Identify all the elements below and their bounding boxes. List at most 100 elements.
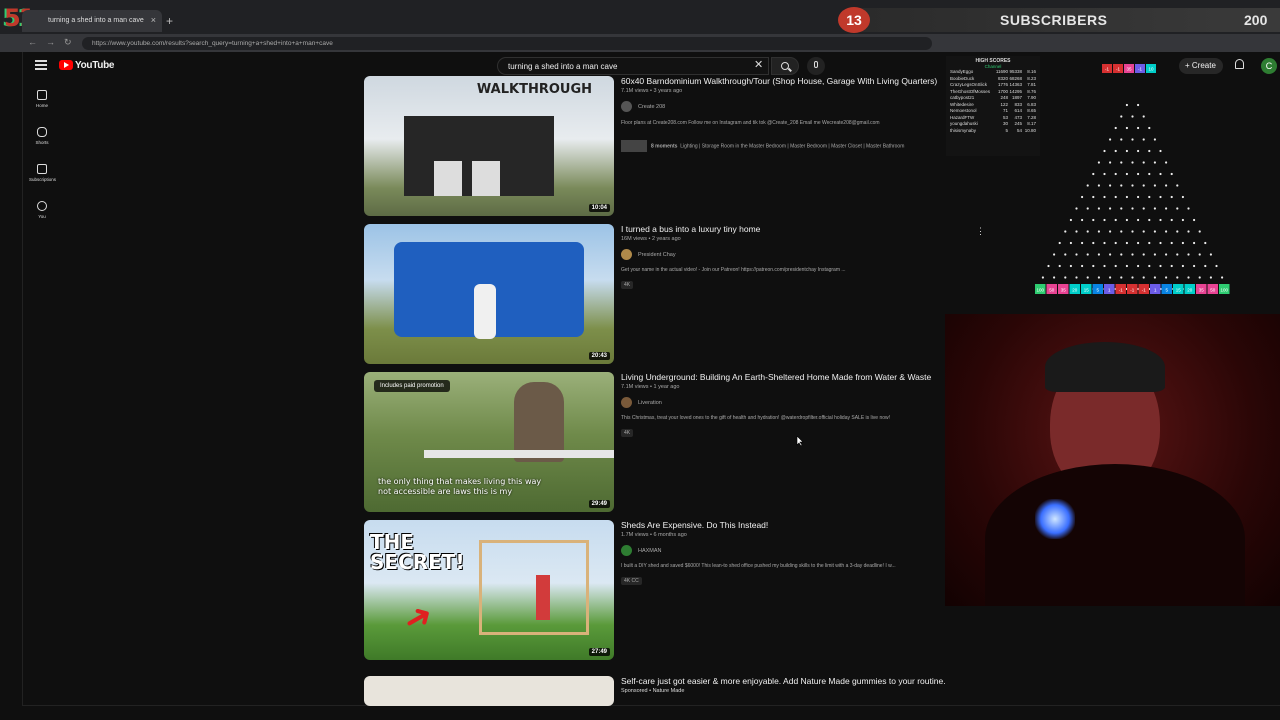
plinko-peg <box>1075 207 1078 210</box>
garage-door-image <box>472 161 500 196</box>
sidebar-item-shorts[interactable]: Shorts <box>29 127 55 145</box>
shed-frame-image <box>479 540 589 635</box>
plinko-peg <box>1142 161 1145 164</box>
plinko-peg <box>1120 161 1123 164</box>
search-input[interactable]: turning a shed into a man cave <box>497 57 769 75</box>
channel-avatar[interactable] <box>621 397 632 408</box>
high-score-cell: 5 <box>1005 127 1008 133</box>
plinko-peg <box>1142 230 1145 233</box>
plinko-peg <box>1125 103 1128 107</box>
streamer-cap <box>1045 342 1165 392</box>
video-title[interactable]: Sheds Are Expensive. Do This Instead! <box>621 520 768 530</box>
high-score-cell: thisismynaby <box>950 127 977 133</box>
url-field[interactable]: https://www.youtube.com/results?search_q… <box>82 37 932 50</box>
ad-title[interactable]: Self-care just got easier & more enjoyab… <box>621 676 946 686</box>
plinko-peg <box>1131 161 1134 164</box>
plinko-peg <box>1041 276 1044 279</box>
tab-close-icon[interactable]: × <box>151 15 156 25</box>
plinko-peg <box>1159 264 1162 268</box>
plinko-peg <box>1081 218 1084 222</box>
channel-avatar[interactable] <box>621 249 632 260</box>
plinko-peg <box>1125 149 1128 153</box>
high-scores-table: SandyEggo 11690 95338 8.16 BoobieDuck 8320 682… <box>950 69 1036 134</box>
plinko-slot-label: 35 <box>1061 288 1067 293</box>
account-avatar[interactable]: C <box>1261 58 1277 74</box>
notifications-bell-icon[interactable] <box>1235 59 1244 69</box>
plinko-peg <box>1176 184 1179 187</box>
plinko-peg <box>1187 253 1190 256</box>
plinko-peg <box>1148 149 1151 153</box>
video-thumbnail[interactable]: Includes paid promotion the only thing t… <box>364 372 614 512</box>
sidebar-item-subscriptions[interactable]: Subscriptions <box>29 164 57 182</box>
plinko-peg <box>1064 276 1067 279</box>
sponsored-result[interactable]: Self-care just got easier & more enjoyab… <box>364 676 954 706</box>
menu-icon[interactable] <box>35 60 47 70</box>
sidebar-item-label: Subscriptions <box>29 177 57 182</box>
plinko-peg <box>1131 207 1134 210</box>
video-result[interactable]: 20:43 I turned a bus into a luxury tiny … <box>364 224 985 364</box>
video-result[interactable]: Includes paid promotion the only thing t… <box>364 372 954 512</box>
video-thumbnail[interactable]: 20:43 <box>364 224 614 364</box>
plinko-peg <box>1187 276 1190 279</box>
forward-arrow-icon[interactable]: → <box>46 37 55 47</box>
more-options-icon[interactable]: ⋮ <box>976 226 985 237</box>
channel-name[interactable]: Create 208 <box>621 101 665 112</box>
plinko-peg <box>1103 218 1106 222</box>
plinko-slot-label: 20 <box>1187 288 1193 293</box>
video-meta: 7.1M views • 1 year ago <box>621 384 680 390</box>
plinko-peg <box>1069 218 1072 222</box>
browser-tab[interactable]: turning a shed into a man cave × <box>22 10 162 32</box>
youtube-logo-text[interactable]: YouTube <box>75 60 115 71</box>
new-tab-button[interactable]: + <box>166 14 173 28</box>
channel-avatar[interactable] <box>621 545 632 556</box>
video-thumbnail[interactable]: THE SECRET! ➜ 27:49 <box>364 520 614 660</box>
channel-name[interactable]: Liveration <box>621 397 662 408</box>
video-meta: 16M views • 2 years ago <box>621 236 681 242</box>
plinko-peg <box>1103 149 1106 153</box>
plinko-peg <box>1142 276 1145 279</box>
plinko-peg <box>1103 241 1106 245</box>
clear-search-icon[interactable]: ✕ <box>754 58 763 71</box>
video-title[interactable]: 60x40 Barndominium Walkthrough/Tour (Sho… <box>621 76 937 86</box>
plinko-peg <box>1165 184 1168 187</box>
plinko-peg <box>1092 218 1095 222</box>
plinko-peg <box>1120 276 1123 279</box>
sidebar-item-home[interactable]: Home <box>29 90 55 108</box>
channel-name[interactable]: HAXMAN <box>621 545 662 556</box>
plinko-peg <box>1148 241 1151 245</box>
channel-label: Create 208 <box>638 103 666 110</box>
plinko-peg <box>1125 264 1128 268</box>
plinko-slot-label: 100 <box>1036 288 1044 293</box>
reload-icon[interactable]: ↻ <box>64 37 72 48</box>
plinko-slot-label: -1 <box>1130 288 1134 293</box>
plinko-peg <box>1092 241 1095 245</box>
person-image <box>536 575 550 620</box>
video-result[interactable]: THE SECRET! ➜ 27:49 Sheds Are Expensive.… <box>364 520 954 660</box>
plinko-peg <box>1114 172 1117 176</box>
plinko-top-slot-label: -1 <box>1138 67 1142 72</box>
back-arrow-icon[interactable]: ← <box>28 37 37 47</box>
plinko-peg <box>1053 276 1056 279</box>
plinko-peg <box>1125 172 1128 176</box>
paid-promotion-badge[interactable]: Includes paid promotion <box>374 380 450 392</box>
youtube-logo-icon[interactable] <box>59 60 73 70</box>
voice-search-button[interactable] <box>807 57 825 75</box>
plinko-peg <box>1198 253 1201 256</box>
video-title[interactable]: Living Underground: Building An Earth-Sh… <box>621 372 931 382</box>
plinko-peg <box>1165 253 1168 256</box>
video-meta: 7.1M views • 3 years ago <box>621 88 683 94</box>
sidebar-item-you[interactable]: You <box>29 201 55 219</box>
plinko-peg <box>1131 230 1134 233</box>
ad-thumbnail[interactable] <box>364 676 614 706</box>
plinko-peg <box>1170 195 1173 199</box>
video-thumbnail[interactable]: WALKTHROUGH 10:04 <box>364 76 614 216</box>
search-button[interactable] <box>771 57 799 75</box>
channel-label: Liveration <box>638 399 662 406</box>
video-title[interactable]: I turned a bus into a luxury tiny home <box>621 224 760 234</box>
key-moments[interactable]: 8 moments Lighting | Storage Room in the… <box>621 140 904 152</box>
channel-name[interactable]: President Chay <box>621 249 676 260</box>
channel-avatar[interactable] <box>621 101 632 112</box>
plinko-slot-label: 15 <box>1176 288 1182 293</box>
plinko-peg <box>1137 126 1140 130</box>
video-result[interactable]: WALKTHROUGH 10:04 60x40 Barndominium Wal… <box>364 76 954 216</box>
